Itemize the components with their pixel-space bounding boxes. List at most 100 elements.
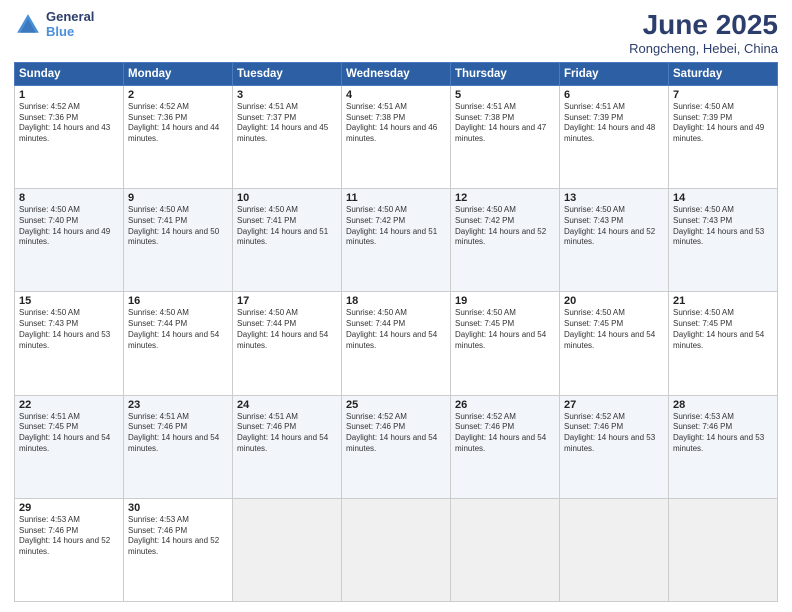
day-number: 18 <box>346 295 446 307</box>
day-number: 15 <box>19 295 119 307</box>
day-number: 24 <box>237 399 337 411</box>
logo: General Blue <box>14 10 94 40</box>
calendar-cell: 29Sunrise: 4:53 AMSunset: 7:46 PMDayligh… <box>15 498 124 601</box>
col-friday: Friday <box>560 62 669 85</box>
page: General Blue June 2025 Rongcheng, Hebei,… <box>0 0 792 612</box>
day-number: 13 <box>564 192 664 204</box>
day-number: 2 <box>128 89 228 101</box>
day-number: 20 <box>564 295 664 307</box>
day-info: Sunrise: 4:53 AMSunset: 7:46 PMDaylight:… <box>19 515 119 558</box>
col-thursday: Thursday <box>451 62 560 85</box>
day-number: 27 <box>564 399 664 411</box>
day-number: 3 <box>237 89 337 101</box>
day-info: Sunrise: 4:50 AMSunset: 7:39 PMDaylight:… <box>673 102 773 145</box>
month-title: June 2025 <box>629 10 778 41</box>
calendar-row: 15Sunrise: 4:50 AMSunset: 7:43 PMDayligh… <box>15 292 778 395</box>
day-info: Sunrise: 4:50 AMSunset: 7:41 PMDaylight:… <box>128 205 228 248</box>
day-info: Sunrise: 4:51 AMSunset: 7:45 PMDaylight:… <box>19 412 119 455</box>
calendar-cell: 21Sunrise: 4:50 AMSunset: 7:45 PMDayligh… <box>669 292 778 395</box>
day-number: 6 <box>564 89 664 101</box>
day-info: Sunrise: 4:50 AMSunset: 7:43 PMDaylight:… <box>564 205 664 248</box>
day-number: 1 <box>19 89 119 101</box>
day-number: 26 <box>455 399 555 411</box>
calendar-cell: 23Sunrise: 4:51 AMSunset: 7:46 PMDayligh… <box>124 395 233 498</box>
day-info: Sunrise: 4:50 AMSunset: 7:42 PMDaylight:… <box>455 205 555 248</box>
col-wednesday: Wednesday <box>342 62 451 85</box>
day-number: 5 <box>455 89 555 101</box>
day-number: 14 <box>673 192 773 204</box>
day-info: Sunrise: 4:50 AMSunset: 7:45 PMDaylight:… <box>673 308 773 351</box>
calendar-cell: 30Sunrise: 4:53 AMSunset: 7:46 PMDayligh… <box>124 498 233 601</box>
calendar-cell: 8Sunrise: 4:50 AMSunset: 7:40 PMDaylight… <box>15 189 124 292</box>
calendar-cell: 20Sunrise: 4:50 AMSunset: 7:45 PMDayligh… <box>560 292 669 395</box>
calendar-row: 8Sunrise: 4:50 AMSunset: 7:40 PMDaylight… <box>15 189 778 292</box>
day-info: Sunrise: 4:52 AMSunset: 7:36 PMDaylight:… <box>19 102 119 145</box>
day-number: 11 <box>346 192 446 204</box>
day-number: 4 <box>346 89 446 101</box>
day-number: 22 <box>19 399 119 411</box>
day-info: Sunrise: 4:50 AMSunset: 7:45 PMDaylight:… <box>564 308 664 351</box>
day-number: 16 <box>128 295 228 307</box>
day-info: Sunrise: 4:50 AMSunset: 7:40 PMDaylight:… <box>19 205 119 248</box>
calendar-cell: 6Sunrise: 4:51 AMSunset: 7:39 PMDaylight… <box>560 85 669 188</box>
day-info: Sunrise: 4:50 AMSunset: 7:41 PMDaylight:… <box>237 205 337 248</box>
calendar-cell: 25Sunrise: 4:52 AMSunset: 7:46 PMDayligh… <box>342 395 451 498</box>
calendar-body: 1Sunrise: 4:52 AMSunset: 7:36 PMDaylight… <box>15 85 778 601</box>
day-info: Sunrise: 4:51 AMSunset: 7:38 PMDaylight:… <box>455 102 555 145</box>
calendar-cell: 22Sunrise: 4:51 AMSunset: 7:45 PMDayligh… <box>15 395 124 498</box>
day-number: 12 <box>455 192 555 204</box>
calendar-cell: 13Sunrise: 4:50 AMSunset: 7:43 PMDayligh… <box>560 189 669 292</box>
calendar-cell: 15Sunrise: 4:50 AMSunset: 7:43 PMDayligh… <box>15 292 124 395</box>
day-info: Sunrise: 4:50 AMSunset: 7:44 PMDaylight:… <box>237 308 337 351</box>
calendar-cell <box>669 498 778 601</box>
location-subtitle: Rongcheng, Hebei, China <box>629 41 778 56</box>
calendar-cell: 12Sunrise: 4:50 AMSunset: 7:42 PMDayligh… <box>451 189 560 292</box>
day-number: 25 <box>346 399 446 411</box>
calendar-cell: 27Sunrise: 4:52 AMSunset: 7:46 PMDayligh… <box>560 395 669 498</box>
day-number: 19 <box>455 295 555 307</box>
calendar-cell: 3Sunrise: 4:51 AMSunset: 7:37 PMDaylight… <box>233 85 342 188</box>
day-info: Sunrise: 4:51 AMSunset: 7:46 PMDaylight:… <box>128 412 228 455</box>
day-info: Sunrise: 4:50 AMSunset: 7:43 PMDaylight:… <box>19 308 119 351</box>
calendar-cell: 17Sunrise: 4:50 AMSunset: 7:44 PMDayligh… <box>233 292 342 395</box>
day-info: Sunrise: 4:53 AMSunset: 7:46 PMDaylight:… <box>128 515 228 558</box>
day-number: 9 <box>128 192 228 204</box>
calendar-cell: 7Sunrise: 4:50 AMSunset: 7:39 PMDaylight… <box>669 85 778 188</box>
day-info: Sunrise: 4:51 AMSunset: 7:39 PMDaylight:… <box>564 102 664 145</box>
calendar-cell: 14Sunrise: 4:50 AMSunset: 7:43 PMDayligh… <box>669 189 778 292</box>
day-number: 10 <box>237 192 337 204</box>
day-number: 21 <box>673 295 773 307</box>
day-info: Sunrise: 4:52 AMSunset: 7:46 PMDaylight:… <box>455 412 555 455</box>
day-number: 28 <box>673 399 773 411</box>
calendar-cell: 1Sunrise: 4:52 AMSunset: 7:36 PMDaylight… <box>15 85 124 188</box>
calendar-cell: 11Sunrise: 4:50 AMSunset: 7:42 PMDayligh… <box>342 189 451 292</box>
day-number: 7 <box>673 89 773 101</box>
calendar-cell: 4Sunrise: 4:51 AMSunset: 7:38 PMDaylight… <box>342 85 451 188</box>
calendar-table: Sunday Monday Tuesday Wednesday Thursday… <box>14 62 778 602</box>
day-info: Sunrise: 4:53 AMSunset: 7:46 PMDaylight:… <box>673 412 773 455</box>
col-monday: Monday <box>124 62 233 85</box>
calendar-cell <box>233 498 342 601</box>
day-info: Sunrise: 4:50 AMSunset: 7:44 PMDaylight:… <box>346 308 446 351</box>
calendar-cell <box>451 498 560 601</box>
calendar-cell: 19Sunrise: 4:50 AMSunset: 7:45 PMDayligh… <box>451 292 560 395</box>
col-saturday: Saturday <box>669 62 778 85</box>
title-block: June 2025 Rongcheng, Hebei, China <box>629 10 778 56</box>
calendar-cell: 16Sunrise: 4:50 AMSunset: 7:44 PMDayligh… <box>124 292 233 395</box>
calendar-cell: 28Sunrise: 4:53 AMSunset: 7:46 PMDayligh… <box>669 395 778 498</box>
calendar-cell: 5Sunrise: 4:51 AMSunset: 7:38 PMDaylight… <box>451 85 560 188</box>
calendar-cell: 24Sunrise: 4:51 AMSunset: 7:46 PMDayligh… <box>233 395 342 498</box>
calendar-cell: 2Sunrise: 4:52 AMSunset: 7:36 PMDaylight… <box>124 85 233 188</box>
day-info: Sunrise: 4:50 AMSunset: 7:45 PMDaylight:… <box>455 308 555 351</box>
logo-icon <box>14 11 42 39</box>
calendar-cell: 9Sunrise: 4:50 AMSunset: 7:41 PMDaylight… <box>124 189 233 292</box>
calendar-cell <box>342 498 451 601</box>
col-tuesday: Tuesday <box>233 62 342 85</box>
day-info: Sunrise: 4:51 AMSunset: 7:46 PMDaylight:… <box>237 412 337 455</box>
day-info: Sunrise: 4:52 AMSunset: 7:46 PMDaylight:… <box>346 412 446 455</box>
logo-text: General Blue <box>46 10 94 40</box>
calendar-cell <box>560 498 669 601</box>
day-info: Sunrise: 4:52 AMSunset: 7:36 PMDaylight:… <box>128 102 228 145</box>
calendar-cell: 18Sunrise: 4:50 AMSunset: 7:44 PMDayligh… <box>342 292 451 395</box>
day-number: 8 <box>19 192 119 204</box>
